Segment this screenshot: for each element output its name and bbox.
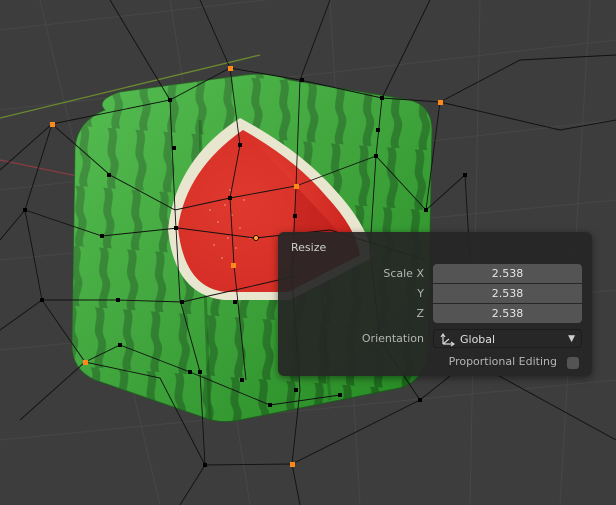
scale-x-field[interactable]: 2.538 bbox=[433, 264, 582, 283]
scale-y-label: Y bbox=[417, 287, 424, 300]
scale-x-label: Scale X bbox=[383, 267, 424, 280]
panel-title[interactable]: Resize bbox=[291, 241, 326, 254]
scale-z-label: Z bbox=[416, 307, 424, 320]
proportional-editing-label: Proportional Editing bbox=[448, 355, 557, 368]
orientation-value: Global bbox=[460, 333, 496, 346]
resize-operator-panel: Resize Scale X 2.538 Y 2.538 Z 2.538 Ori… bbox=[278, 232, 592, 376]
scale-y-field[interactable]: 2.538 bbox=[433, 284, 582, 303]
orientation-dropdown[interactable]: Global ▼ bbox=[433, 329, 582, 348]
proportional-editing-checkbox[interactable] bbox=[567, 357, 579, 369]
scale-z-field[interactable]: 2.538 bbox=[433, 304, 582, 323]
orientation-gizmo-icon bbox=[440, 332, 456, 347]
object-origin bbox=[253, 235, 259, 241]
chevron-down-icon: ▼ bbox=[568, 334, 575, 344]
orientation-label: Orientation bbox=[361, 332, 424, 345]
